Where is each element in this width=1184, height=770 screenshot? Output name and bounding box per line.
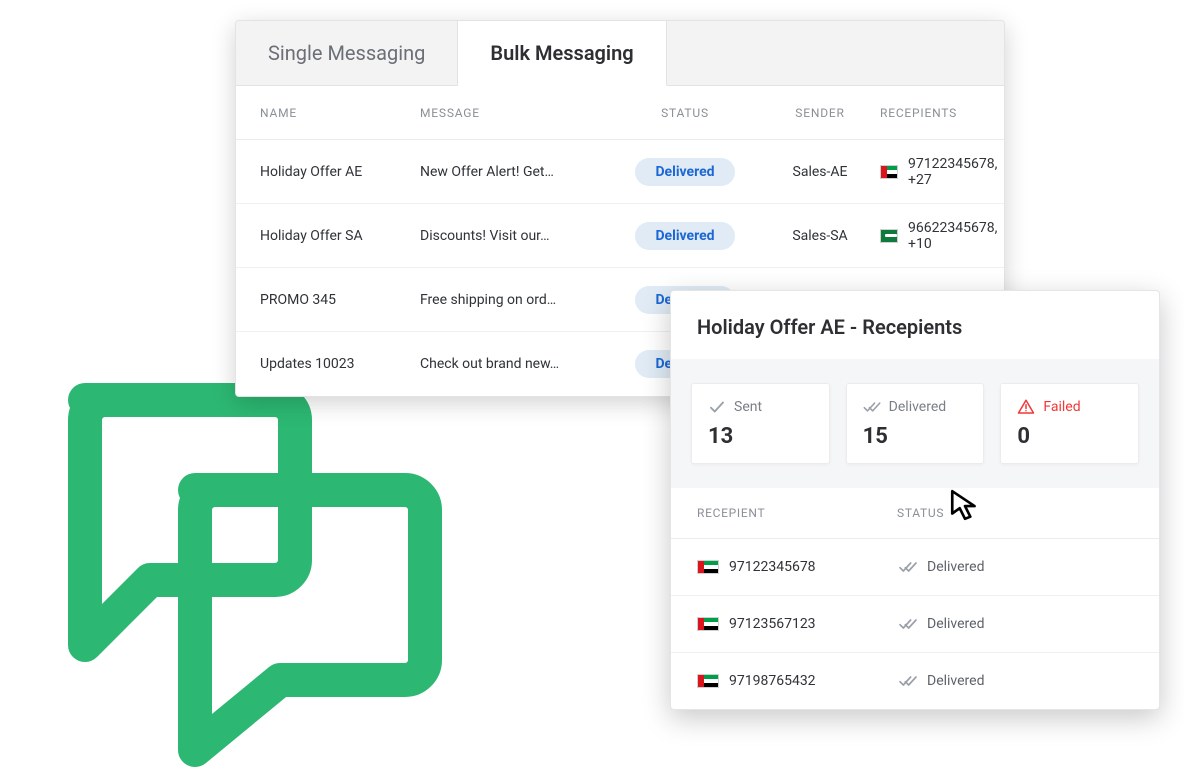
table-header: NAME MESSAGE STATUS SENDER RECEPIENTS — [236, 86, 1004, 140]
cell-name: Holiday Offer AE — [260, 164, 420, 180]
flag-icon — [697, 617, 719, 631]
double-check-icon — [897, 616, 919, 632]
recipient-text: 96622345678, +10 — [908, 220, 1001, 252]
cell-status: Delivered — [897, 559, 1133, 575]
cell-status: Delivered — [610, 158, 760, 186]
flag-icon — [880, 165, 898, 179]
recipient-text: 97122345678, +27 — [908, 156, 1001, 188]
cell-status: Delivered — [897, 616, 1133, 632]
panel-table-header: RECEPIENT STATUS — [671, 488, 1159, 539]
panel-title: Holiday Offer AE - Recepients — [671, 291, 1159, 359]
flag-icon — [697, 560, 719, 574]
status-text: Delivered — [927, 559, 984, 575]
recipient-number: 97123567123 — [729, 616, 816, 632]
double-check-icon — [897, 559, 919, 575]
recipient-number: 97198765432 — [729, 673, 816, 689]
cell-recipient: 97122345678 — [697, 559, 897, 575]
cell-recipient: 97198765432 — [697, 673, 897, 689]
tab-bulk-messaging[interactable]: Bulk Messaging — [458, 21, 666, 86]
cell-sender: Sales-AE — [760, 164, 880, 180]
tabs-filler — [667, 21, 1004, 86]
tabs: Single Messaging Bulk Messaging — [236, 21, 1004, 86]
cell-recipient: 97123567123 — [697, 616, 897, 632]
table-row[interactable]: Holiday Offer SADiscounts! Visit our… Del… — [236, 204, 1004, 268]
flag-icon — [880, 229, 898, 243]
recipients-panel: Holiday Offer AE - Recepients Sent 13 De… — [670, 290, 1160, 710]
stat-delivered-label: Delivered — [889, 399, 946, 415]
stat-sent-label: Sent — [734, 399, 762, 415]
stat-sent[interactable]: Sent 13 — [691, 383, 830, 464]
table-row[interactable]: 97198765432 Delivered — [671, 653, 1159, 709]
warning-icon — [1017, 398, 1035, 416]
stats-row: Sent 13 Delivered 15 Failed 0 — [671, 359, 1159, 488]
chat-bubbles-icon — [30, 370, 460, 770]
status-badge: Delivered — [635, 222, 734, 250]
col-status2: STATUS — [897, 506, 1133, 520]
cell-status: Delivered — [897, 673, 1133, 689]
status-text: Delivered — [927, 616, 984, 632]
cell-message: Free shipping on ord… — [420, 292, 610, 308]
stat-failed-label: Failed — [1043, 399, 1080, 415]
double-check-icon — [897, 673, 919, 689]
cell-status: Delivered — [610, 222, 760, 250]
stat-failed-value: 0 — [1017, 424, 1122, 449]
cell-recipients: 96622345678, +10 — [880, 220, 1001, 252]
cell-name: Updates 10023 — [260, 356, 420, 372]
status-text: Delivered — [927, 673, 984, 689]
cell-name: Holiday Offer SA — [260, 228, 420, 244]
stat-sent-value: 13 — [708, 424, 813, 449]
col-recipients: RECEPIENTS — [880, 106, 980, 120]
cell-message: Check out brand new… — [420, 356, 610, 372]
cell-sender: Sales-SA — [760, 228, 880, 244]
cell-name: PROMO 345 — [260, 292, 420, 308]
tab-single-messaging[interactable]: Single Messaging — [236, 21, 458, 86]
recipient-number: 97122345678 — [729, 559, 816, 575]
flag-icon — [697, 674, 719, 688]
status-badge: Delivered — [635, 158, 734, 186]
cell-recipients: 97122345678, +27 — [880, 156, 1001, 188]
col-name: NAME — [260, 106, 420, 120]
table-row[interactable]: 97122345678 Delivered — [671, 539, 1159, 596]
cell-message: New Offer Alert! Get… — [420, 164, 610, 180]
check-icon — [708, 398, 726, 416]
col-recipient: RECEPIENT — [697, 506, 897, 520]
table-row[interactable]: Holiday Offer AENew Offer Alert! Get… Del… — [236, 140, 1004, 204]
col-sender: SENDER — [760, 106, 880, 120]
col-status: STATUS — [610, 106, 760, 120]
stat-delivered-value: 15 — [863, 424, 968, 449]
double-check-icon — [863, 398, 881, 416]
stat-failed[interactable]: Failed 0 — [1000, 383, 1139, 464]
stat-delivered[interactable]: Delivered 15 — [846, 383, 985, 464]
cell-message: Discounts! Visit our… — [420, 228, 610, 244]
col-message: MESSAGE — [420, 106, 610, 120]
table-row[interactable]: 97123567123 Delivered — [671, 596, 1159, 653]
